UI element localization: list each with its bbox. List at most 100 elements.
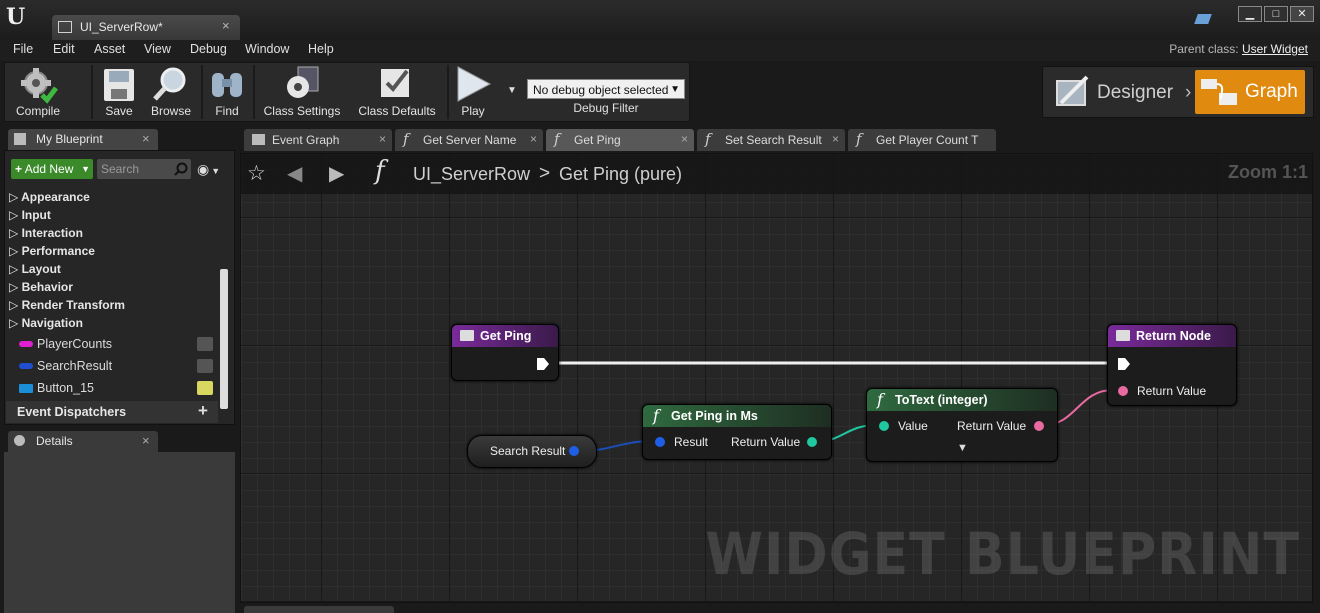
window-controls: ▁ □ ✕ — [1236, 4, 1314, 22]
exec-out-pin[interactable] — [536, 357, 550, 371]
document-tab[interactable]: UI_ServerRow* × — [52, 15, 240, 40]
integer-out-pin[interactable] — [807, 437, 817, 447]
get-ping-in-ms-node[interactable]: f Get Ping in Ms Result Return Value — [642, 404, 832, 460]
maximize-button[interactable]: □ — [1264, 6, 1288, 22]
parent-class-link[interactable]: User Widget — [1242, 42, 1308, 56]
search-input[interactable] — [97, 159, 171, 179]
debug-filter-label: Debug Filter — [573, 101, 639, 115]
debug-object-select[interactable]: No debug object selected ▼ — [527, 79, 685, 99]
function-icon: f — [705, 130, 711, 148]
save-button[interactable]: Save — [97, 63, 141, 121]
widget-blueprint-icon — [58, 21, 72, 33]
totext-integer-node[interactable]: f ToText (integer) Value Return Value ▼ — [866, 388, 1058, 462]
tab-get-ping[interactable]: f Get Ping × — [546, 129, 694, 151]
object-in-pin[interactable] — [655, 437, 665, 447]
integer-in-pin[interactable] — [879, 421, 889, 431]
variable-item[interactable]: Button_15 — [19, 380, 219, 398]
event-dispatchers-label: Event Dispatchers — [17, 405, 127, 419]
mortarboard-icon[interactable] — [1194, 14, 1212, 24]
add-new-button[interactable]: + Add New ▼ — [11, 159, 93, 179]
visibility-toggle[interactable]: ◉ ▼ — [197, 161, 231, 177]
tab-label: Get Ping — [574, 133, 621, 147]
close-icon[interactable]: × — [222, 18, 230, 33]
play-button[interactable]: Play — [451, 63, 495, 121]
my-blueprint-tab-label: My Blueprint — [36, 132, 103, 146]
category-layout[interactable]: ▷ Layout — [9, 262, 61, 276]
event-dispatchers-header[interactable]: Event Dispatchers + — [6, 401, 218, 423]
blueprint-icon — [14, 133, 26, 145]
menu-window[interactable]: Window — [245, 42, 289, 56]
play-label: Play — [461, 104, 485, 118]
close-icon[interactable]: × — [142, 131, 150, 146]
return-node[interactable]: Return Node Return Value — [1107, 324, 1237, 406]
tab-get-server-name[interactable]: f Get Server Name × — [395, 129, 543, 151]
closed-eye-icon[interactable] — [197, 337, 213, 351]
node-header: Return Node — [1108, 325, 1236, 347]
close-icon[interactable]: × — [832, 132, 839, 146]
category-render-transform[interactable]: ▷ Render Transform — [9, 298, 125, 312]
get-ping-entry-node[interactable]: Get Ping — [451, 324, 559, 381]
node-title: Return Node — [1136, 329, 1211, 343]
variable-item[interactable]: PlayerCounts — [19, 336, 219, 354]
category-input[interactable]: ▷ Input — [9, 208, 51, 222]
category-interaction[interactable]: ▷ Interaction — [9, 226, 83, 240]
variable-type-pill — [19, 341, 33, 347]
menu-help[interactable]: Help — [308, 42, 334, 56]
menu-file[interactable]: File — [13, 42, 33, 56]
tab-label: Get Server Name — [423, 133, 517, 147]
add-dispatcher-icon[interactable]: + — [198, 401, 208, 421]
play-options-chevron-icon[interactable]: ▼ — [507, 85, 517, 96]
class-defaults-button[interactable]: Class Defaults — [351, 63, 443, 121]
tab-set-search-result[interactable]: f Set Search Result × — [697, 129, 845, 151]
variable-type-pill — [19, 384, 33, 393]
search-result-variable-node[interactable]: Search Result — [467, 435, 597, 468]
expand-chevron-icon[interactable]: ▼ — [957, 442, 968, 454]
graph-canvas[interactable]: ☆ ◀ ▶ f UI_ServerRow > Get Ping (pure) Z… — [240, 153, 1313, 603]
browse-button[interactable]: Browse — [145, 63, 197, 121]
close-icon[interactable]: × — [681, 132, 688, 146]
close-icon[interactable]: × — [530, 132, 537, 146]
close-icon[interactable]: × — [379, 132, 386, 146]
menu-debug[interactable]: Debug — [190, 42, 227, 56]
my-blueprint-tab[interactable]: My Blueprint × — [8, 129, 158, 150]
compile-button[interactable]: Compile — [7, 63, 69, 121]
class-settings-button[interactable]: Class Settings — [259, 63, 345, 121]
object-out-pin[interactable] — [569, 446, 579, 456]
variable-item[interactable]: SearchResult — [19, 358, 219, 376]
category-navigation[interactable]: ▷ Navigation — [9, 316, 83, 330]
menu-edit[interactable]: Edit — [53, 42, 75, 56]
bottom-tab[interactable] — [244, 606, 394, 613]
exec-in-pin[interactable] — [1117, 357, 1131, 371]
open-eye-icon[interactable] — [197, 381, 213, 395]
mode-separator: › — [1185, 82, 1192, 103]
minimize-button[interactable]: ▁ — [1238, 6, 1262, 22]
separator — [201, 65, 203, 119]
close-icon[interactable]: × — [142, 433, 150, 448]
tab-event-graph[interactable]: Event Graph × — [244, 129, 392, 151]
text-in-pin[interactable] — [1118, 386, 1128, 396]
close-window-button[interactable]: ✕ — [1290, 6, 1314, 22]
class-defaults-label: Class Defaults — [358, 104, 436, 118]
category-appearance[interactable]: ▷ Appearance — [9, 190, 90, 204]
pin-label: Return Value — [957, 419, 1027, 433]
function-icon: f — [877, 390, 883, 409]
details-tab[interactable]: Details × — [8, 431, 158, 452]
text-out-pin[interactable] — [1034, 421, 1044, 431]
tab-get-player-count[interactable]: f Get Player Count T — [848, 129, 996, 151]
designer-mode-button[interactable]: Designer › — [1051, 71, 1191, 113]
category-label: Performance — [21, 244, 95, 258]
debug-object-select-value: No debug object selected — [533, 83, 669, 97]
add-new-label: Add New — [24, 162, 74, 176]
graph-icon — [1201, 79, 1237, 105]
designer-icon — [1056, 75, 1089, 106]
menu-view[interactable]: View — [144, 42, 171, 56]
menu-asset[interactable]: Asset — [94, 42, 125, 56]
closed-eye-icon[interactable] — [197, 359, 213, 373]
category-performance[interactable]: ▷ Performance — [9, 244, 95, 258]
scrollbar[interactable] — [220, 269, 228, 409]
graph-mode-button[interactable]: Graph — [1195, 70, 1305, 114]
find-button[interactable]: Find — [205, 63, 249, 121]
binoculars-icon — [212, 73, 242, 97]
toolbar: Compile Save Browse Find Class Settings … — [4, 62, 690, 122]
category-behavior[interactable]: ▷ Behavior — [9, 280, 73, 294]
